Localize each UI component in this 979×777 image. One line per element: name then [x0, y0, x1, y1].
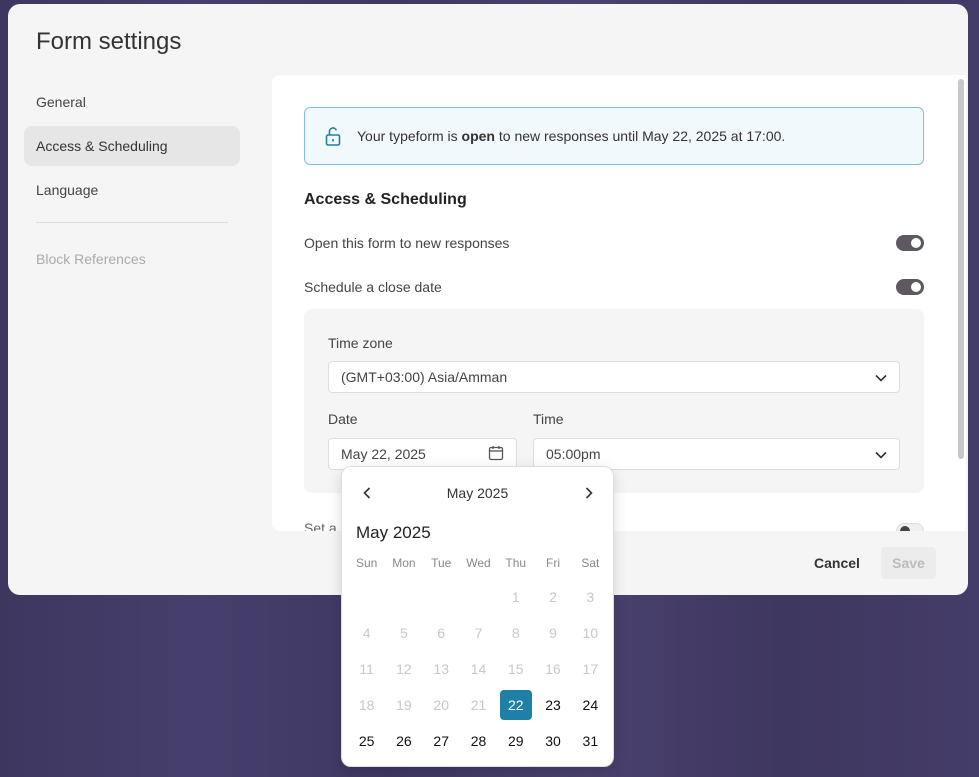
settings-nav: General Access & Scheduling Language Blo… — [24, 82, 240, 283]
weekday-label: Mon — [392, 556, 416, 570]
calendar-month-title: May 2025 — [446, 485, 509, 501]
next-month-button[interactable] — [577, 481, 601, 505]
calendar-day: 3 — [586, 589, 595, 605]
calendar-day: 14 — [470, 661, 487, 677]
calendar-day: 21 — [470, 697, 487, 713]
calendar-day: 9 — [549, 625, 557, 641]
calendar-day: 19 — [396, 697, 412, 713]
calendar-week: 25 26 27 28 29 30 31 — [348, 723, 609, 759]
calendar-day[interactable]: 31 — [572, 723, 609, 759]
time-value: 05:00pm — [546, 446, 601, 462]
date-picker-popup: May 2025 May 2025 Sun Mon Tue Wed Thu Fri Sat … — [341, 466, 614, 767]
nav-item-block-references: Block References — [36, 251, 146, 267]
chevron-down-icon — [875, 369, 887, 385]
nav-item-language[interactable]: Language — [24, 170, 240, 210]
calendar-day[interactable]: 30 — [534, 723, 571, 759]
calendar-day: 15 — [507, 661, 524, 677]
calendar-week: 4 5 6 7 8 9 10 — [348, 615, 609, 651]
weekday-header: Sun Mon Tue Wed Thu Fri Sat — [348, 556, 609, 570]
calendar-day: 8 — [511, 625, 520, 641]
next-setting-label: Set a r — [304, 520, 346, 531]
date-value: May 22, 2025 — [341, 446, 426, 462]
calendar-icon[interactable] — [488, 445, 504, 464]
notice-text: Your typeform is open to new responses u… — [357, 128, 786, 144]
calendar-day[interactable]: 24 — [572, 687, 609, 723]
calendar-day[interactable]: 26 — [385, 723, 422, 759]
calendar-day: 4 — [362, 625, 371, 641]
prev-month-button[interactable] — [355, 481, 379, 505]
modal-title: Form settings — [36, 28, 182, 55]
calendar-week: 18 19 20 21 22 23 24 — [348, 687, 609, 723]
calendar-day: 17 — [582, 661, 599, 677]
calendar-day[interactable]: 29 — [497, 723, 534, 759]
weekday-label: Thu — [505, 556, 527, 570]
calendar-day — [348, 579, 385, 615]
calendar-day: 16 — [545, 661, 561, 677]
date-label: Date — [328, 411, 358, 427]
chevron-down-icon — [875, 446, 887, 462]
weekday-label: Sat — [581, 556, 600, 570]
calendar-header: May 2025 — [342, 481, 613, 505]
schedule-close-toggle[interactable] — [896, 279, 924, 295]
time-label: Time — [533, 411, 564, 427]
calendar-week: 11 12 13 14 15 16 17 — [348, 651, 609, 687]
weekday-label: Fri — [546, 556, 561, 570]
calendar-day: 18 — [358, 697, 375, 713]
calendar-day: 11 — [359, 661, 374, 677]
cancel-button[interactable]: Cancel — [802, 548, 872, 578]
calendar-day — [423, 579, 460, 615]
calendar-week: 1 2 3 — [348, 579, 609, 615]
calendar-day-selected[interactable]: 22 — [497, 687, 534, 723]
schedule-close-label: Schedule a close date — [304, 279, 442, 295]
calendar-day: 1 — [511, 589, 520, 605]
open-form-row: Open this form to new responses — [304, 235, 924, 251]
open-form-label: Open this form to new responses — [304, 235, 510, 251]
calendar-day: 20 — [433, 697, 449, 713]
open-form-toggle[interactable] — [896, 235, 924, 251]
weekday-label: Wed — [466, 556, 491, 570]
calendar-day[interactable]: 28 — [460, 723, 497, 759]
nav-item-access-scheduling[interactable]: Access & Scheduling — [24, 126, 240, 166]
calendar-day — [460, 579, 497, 615]
calendar-day: 12 — [396, 661, 412, 677]
calendar-day: 2 — [549, 589, 557, 605]
timezone-value: (GMT+03:00) Asia/Amman — [341, 369, 508, 385]
save-button[interactable]: Save — [881, 547, 936, 579]
timezone-select[interactable]: (GMT+03:00) Asia/Amman — [328, 361, 900, 393]
calendar-day[interactable]: 27 — [423, 723, 460, 759]
calendar-day — [385, 579, 422, 615]
calendar-grid: 1 2 3 4 5 6 7 8 9 10 11 12 13 14 15 16 17 18 19 20 21 22 23 24 2… — [348, 579, 609, 759]
nav-divider — [36, 222, 228, 223]
calendar-day[interactable]: 23 — [534, 687, 571, 723]
settings-content: Your typeform is open to new responses u… — [272, 75, 966, 531]
calendar-day: 13 — [433, 661, 449, 677]
unlock-icon — [323, 126, 343, 146]
calendar-day[interactable]: 25 — [348, 723, 385, 759]
section-title: Access & Scheduling — [304, 191, 467, 208]
next-setting-toggle[interactable] — [896, 523, 924, 531]
calendar-day: 6 — [437, 625, 446, 641]
chevron-left-icon — [363, 487, 371, 499]
calendar-day: 10 — [582, 625, 599, 641]
nav-item-general[interactable]: General — [24, 82, 240, 122]
chevron-right-icon — [585, 487, 593, 499]
weekday-label: Tue — [431, 556, 452, 570]
calendar-day: 5 — [400, 625, 408, 641]
calendar-day: 7 — [474, 625, 483, 641]
weekday-label: Sun — [355, 556, 378, 570]
content-scrollbar[interactable] — [958, 79, 964, 459]
status-notice: Your typeform is open to new responses u… — [304, 107, 924, 165]
schedule-close-row: Schedule a close date — [304, 279, 924, 295]
calendar-month-label: May 2025 — [356, 523, 431, 542]
timezone-label: Time zone — [328, 335, 393, 351]
